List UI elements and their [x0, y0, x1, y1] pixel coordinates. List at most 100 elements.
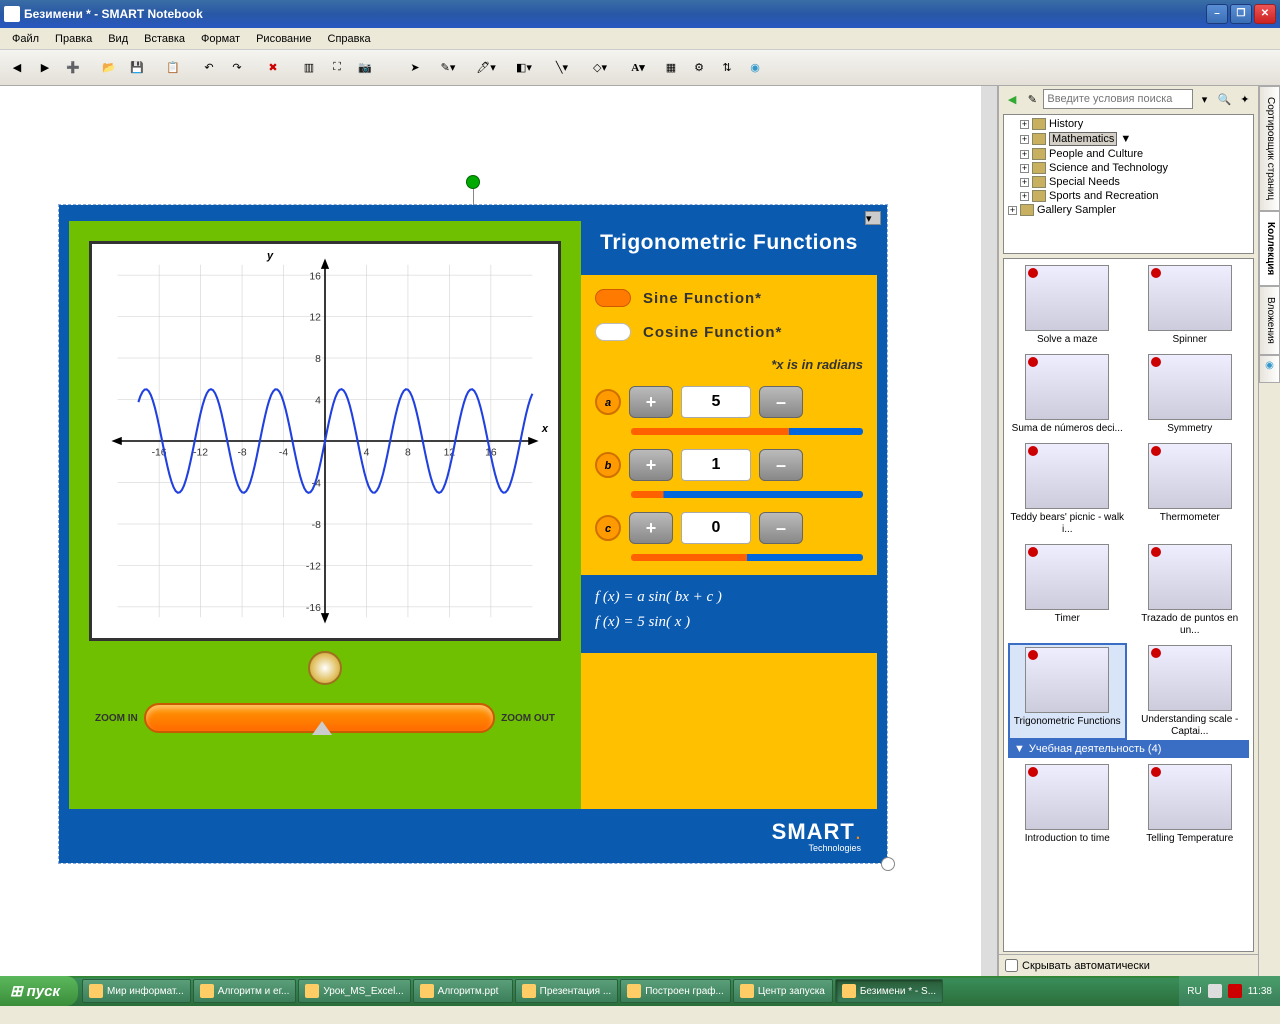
menu-edit[interactable]: Правка — [47, 30, 100, 48]
gallery-item[interactable]: Trazado de puntos en un... — [1131, 542, 1250, 639]
taskbar-item[interactable]: Презентация ... — [515, 979, 619, 1003]
tab-gallery[interactable]: Коллекция — [1259, 211, 1280, 286]
tab-page-sorter[interactable]: Сортировщик страниц — [1259, 86, 1280, 211]
taskbar-item[interactable]: Урок_MS_Excel... — [298, 979, 410, 1003]
search-settings-button[interactable]: ✦ — [1236, 86, 1254, 112]
gallery-item[interactable]: Trigonometric Functions — [1008, 643, 1127, 740]
tree-item-sampler[interactable]: +Gallery Sampler — [1006, 203, 1251, 217]
taskbar-item[interactable]: Безимени * - S... — [835, 979, 943, 1003]
search-input[interactable] — [1043, 89, 1193, 109]
widget-menu-button[interactable]: ▾ — [865, 211, 881, 225]
resize-handle[interactable] — [881, 857, 895, 871]
menu-view[interactable]: Вид — [100, 30, 136, 48]
rotation-handle[interactable] — [466, 175, 480, 189]
next-page-button[interactable]: ▶ — [32, 55, 58, 81]
canvas-area[interactable]: ▾ y x — [0, 86, 998, 976]
gallery-item[interactable]: Understanding scale - Captai... — [1131, 643, 1250, 740]
paste-button[interactable]: 📋 — [160, 55, 186, 81]
tree-item-history[interactable]: +History — [1006, 117, 1251, 131]
menu-format[interactable]: Формат — [193, 30, 248, 48]
gallery-item[interactable]: Introduction to time — [1008, 762, 1127, 847]
prev-page-button[interactable]: ◀ — [4, 55, 30, 81]
activities-section-header[interactable]: ▼ Учебная деятельность (4) — [1008, 740, 1249, 758]
param-c-plus[interactable]: + — [629, 512, 673, 544]
search-button[interactable]: 🔍 — [1216, 86, 1234, 112]
minimize-button[interactable]: – — [1206, 4, 1228, 24]
gallery-item[interactable]: Suma de números deci... — [1008, 352, 1127, 437]
tab-online[interactable]: ◉ — [1259, 355, 1280, 383]
param-a-minus[interactable]: – — [759, 386, 803, 418]
taskbar-item[interactable]: Алгоритм.ppt — [413, 979, 513, 1003]
text-tool[interactable]: A▾ — [620, 55, 656, 81]
menu-file[interactable]: Файл — [4, 30, 47, 48]
gallery-items[interactable]: Solve a mazeSpinnerSuma de números deci.… — [1003, 258, 1254, 952]
start-button[interactable]: ⊞ пуск — [0, 976, 78, 1006]
gallery-tool-button[interactable]: ✎ — [1023, 86, 1041, 112]
fullscreen-button[interactable]: ⛶ — [324, 55, 350, 81]
add-page-button[interactable]: ➕ — [60, 55, 86, 81]
delete-button[interactable]: ✖ — [260, 55, 286, 81]
param-c-minus[interactable]: – — [759, 512, 803, 544]
gallery-item[interactable]: Thermometer — [1131, 441, 1250, 538]
flash-widget-selection[interactable]: ▾ y x — [58, 204, 888, 864]
taskbar-item[interactable]: Построен граф... — [620, 979, 731, 1003]
gallery-item[interactable]: Timer — [1008, 542, 1127, 639]
param-b-plus[interactable]: + — [629, 449, 673, 481]
system-tray[interactable]: RU 11:38 — [1179, 976, 1280, 1006]
tree-item-people[interactable]: +People and Culture — [1006, 147, 1251, 161]
param-b-minus[interactable]: – — [759, 449, 803, 481]
canvas-scrollbar[interactable] — [981, 86, 997, 976]
move-toolbar-button[interactable]: ⇅ — [714, 55, 740, 81]
gallery-item[interactable]: Teddy bears' picnic - walk i... — [1008, 441, 1127, 538]
pen-tool[interactable]: ✎▾ — [430, 55, 466, 81]
maximize-button[interactable]: ❐ — [1230, 4, 1252, 24]
shape-tool[interactable]: ◇▾ — [582, 55, 618, 81]
zoom-thumb[interactable] — [312, 721, 332, 735]
senteo-button[interactable]: ◉ — [742, 55, 768, 81]
save-button[interactable]: 💾 — [124, 55, 150, 81]
pointer-tool[interactable]: ➤ — [402, 55, 428, 81]
undo-button[interactable]: ↶ — [196, 55, 222, 81]
camera-button[interactable]: 📷 — [352, 55, 378, 81]
tray-icon[interactable] — [1208, 984, 1222, 998]
menu-help[interactable]: Справка — [320, 30, 379, 48]
zoom-slider[interactable] — [144, 703, 495, 733]
gallery-back-button[interactable]: ◀ — [1003, 86, 1021, 112]
close-button[interactable]: ✕ — [1254, 4, 1276, 24]
eraser-tool[interactable]: ◧▾ — [506, 55, 542, 81]
fill-tool[interactable]: ▦ — [658, 55, 684, 81]
gallery-item[interactable]: Spinner — [1131, 263, 1250, 348]
redo-button[interactable]: ↷ — [224, 55, 250, 81]
param-c-bar[interactable] — [631, 554, 863, 561]
palette-button[interactable] — [308, 651, 342, 685]
taskbar-item[interactable]: Центр запуска — [733, 979, 833, 1003]
taskbar-item[interactable]: Алгоритм и ег... — [193, 979, 297, 1003]
param-a-bar[interactable] — [631, 428, 863, 435]
sine-toggle[interactable] — [595, 289, 631, 307]
clock[interactable]: 11:38 — [1248, 986, 1272, 997]
tree-item-mathematics[interactable]: +Mathematics ▼ — [1006, 131, 1251, 147]
tab-attachments[interactable]: Вложения — [1259, 286, 1280, 355]
properties-button[interactable]: ⚙ — [686, 55, 712, 81]
creative-pen-tool[interactable]: 🖊▾ — [468, 55, 504, 81]
menu-draw[interactable]: Рисование — [248, 30, 319, 48]
gallery-item[interactable]: Solve a maze — [1008, 263, 1127, 348]
cosine-toggle[interactable] — [595, 323, 631, 341]
screen-shade-button[interactable]: ▥ — [296, 55, 322, 81]
tree-item-sports[interactable]: +Sports and Recreation — [1006, 189, 1251, 203]
lang-indicator[interactable]: RU — [1187, 986, 1201, 997]
gallery-tree[interactable]: +History +Mathematics ▼ +People and Cult… — [1003, 114, 1254, 254]
tray-icon[interactable] — [1228, 984, 1242, 998]
taskbar-item[interactable]: Мир информат... — [82, 979, 191, 1003]
menu-insert[interactable]: Вставка — [136, 30, 193, 48]
open-button[interactable]: 📂 — [96, 55, 122, 81]
tree-item-special[interactable]: +Special Needs — [1006, 175, 1251, 189]
param-b-bar[interactable] — [631, 491, 863, 498]
gallery-item[interactable]: Telling Temperature — [1131, 762, 1250, 847]
search-dropdown[interactable]: ▾ — [1195, 86, 1213, 112]
gallery-item[interactable]: Symmetry — [1131, 352, 1250, 437]
line-tool[interactable]: ╲▾ — [544, 55, 580, 81]
param-a-plus[interactable]: + — [629, 386, 673, 418]
tree-item-science[interactable]: +Science and Technology — [1006, 161, 1251, 175]
hide-auto-checkbox[interactable] — [1005, 959, 1018, 972]
